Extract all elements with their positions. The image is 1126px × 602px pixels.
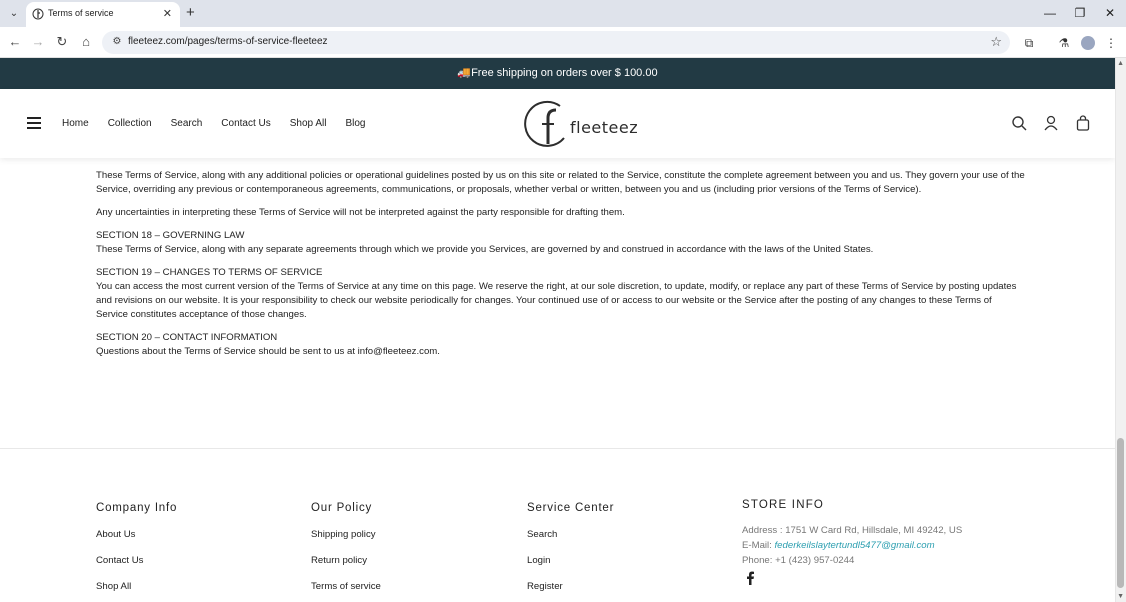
scroll-up-arrow-icon[interactable]: ▲ (1117, 60, 1124, 67)
facebook-icon[interactable] (745, 571, 755, 585)
restore-icon[interactable]: ❐ (1072, 5, 1088, 21)
scroll-down-arrow-icon[interactable]: ▼ (1117, 593, 1124, 600)
site-favicon-icon (32, 8, 44, 20)
logo-text: fleeteez (570, 118, 639, 137)
close-window-icon[interactable]: ✕ (1102, 5, 1118, 21)
site-info-icon[interactable]: ⚙ (110, 35, 124, 49)
section-18-body: These Terms of Service, along with any s… (96, 244, 874, 255)
footer-company-title: Company Info (96, 502, 178, 514)
footer-company-info: Company Info About Us Contact Us Shop Al… (96, 502, 177, 602)
tab-search-chevron-icon[interactable]: ⌄ (6, 6, 22, 22)
footer-link-terms-of-service[interactable]: Terms of service (311, 580, 381, 594)
address-bar[interactable]: ⚙ fleeteez.com/pages/terms-of-service-fl… (102, 31, 1010, 54)
nav-home[interactable]: Home (62, 117, 89, 131)
back-icon[interactable]: ← (6, 33, 24, 51)
profile-avatar[interactable] (1081, 36, 1095, 50)
footer-link-about-us[interactable]: About Us (96, 528, 177, 542)
browser-tab[interactable]: Terms of service ✕ (26, 2, 180, 27)
store-email-link[interactable]: federkeilslaytertundl5477@gmail.com (775, 540, 935, 551)
footer-link-login[interactable]: Login (527, 554, 614, 568)
page-viewport: 🚚Free shipping on orders over $ 100.00 H… (0, 58, 1126, 602)
site-logo[interactable]: fleeteez (524, 98, 638, 150)
minimize-icon[interactable]: — (1042, 5, 1058, 21)
footer-service-center: Service Center Search Login Register (527, 502, 614, 602)
home-icon[interactable]: ⌂ (77, 33, 95, 51)
scrollbar-thumb[interactable] (1117, 438, 1124, 588)
footer-store-info: STORE INFO Address : 1751 W Card Rd, Hil… (742, 499, 962, 568)
section-20-body: Questions about the Terms of Service sho… (96, 346, 440, 357)
store-info-title: STORE INFO (742, 499, 825, 511)
paragraph-entire-agreement: These Terms of Service, along with any a… (96, 170, 1025, 195)
footer-link-shipping-policy[interactable]: Shipping policy (311, 528, 381, 542)
footer-service-title: Service Center (527, 502, 615, 514)
store-phone: Phone: +1 (423) 957-0244 (742, 555, 855, 566)
reload-icon[interactable]: ↻ (53, 33, 71, 51)
nav-contact-us[interactable]: Contact Us (221, 117, 270, 131)
terms-content: These Terms of Service, along with any a… (96, 169, 1026, 359)
store-email-line: E-Mail: federkeilslaytertundl5477@gmail.… (742, 538, 962, 553)
search-icon[interactable] (1011, 115, 1027, 131)
footer-divider (0, 448, 1115, 449)
extensions-icon[interactable]: ⧉ (1020, 34, 1038, 52)
footer-link-shop-all[interactable]: Shop All (96, 580, 177, 594)
footer-link-return-policy[interactable]: Return policy (311, 554, 381, 568)
tab-close-icon[interactable]: ✕ (163, 7, 172, 21)
store-address: Address : 1751 W Card Rd, Hillsdale, MI … (742, 525, 963, 536)
nav-shop-all[interactable]: Shop All (290, 117, 327, 131)
site-header: Home Collection Search Contact Us Shop A… (0, 89, 1115, 158)
footer-link-register[interactable]: Register (527, 580, 614, 594)
footer-our-policy: Our Policy Shipping policy Return policy… (311, 502, 381, 602)
forward-icon[interactable]: → (29, 33, 47, 51)
announcement-bar: 🚚Free shipping on orders over $ 100.00 (0, 58, 1115, 89)
lab-icon[interactable]: ⚗ (1055, 34, 1073, 52)
section-19-body: You can access the most current version … (96, 281, 1017, 320)
nav-collection[interactable]: Collection (108, 117, 152, 131)
new-tab-icon[interactable]: + (186, 4, 195, 22)
footer-link-contact-us[interactable]: Contact Us (96, 554, 177, 568)
nav-search[interactable]: Search (171, 117, 203, 131)
section-20-heading: SECTION 20 – CONTACT INFORMATION (96, 332, 278, 343)
page-scrollbar[interactable]: ▲ ▼ (1115, 58, 1126, 602)
store-email-label: E-Mail: (742, 540, 775, 551)
hamburger-menu-icon[interactable] (27, 117, 41, 129)
footer-link-search[interactable]: Search (527, 528, 614, 542)
main-nav: Home Collection Search Contact Us Shop A… (62, 117, 384, 131)
nav-blog[interactable]: Blog (345, 117, 365, 131)
section-18-heading: SECTION 18 – GOVERNING LAW (96, 230, 245, 241)
browser-tab-bar: ⌄ Terms of service ✕ + — ❐ ✕ (0, 0, 1126, 27)
announcement-text: 🚚Free shipping on orders over $ 100.00 (457, 67, 658, 79)
url-text[interactable]: fleeteez.com/pages/terms-of-service-flee… (128, 36, 328, 47)
logo-mark-icon (524, 100, 565, 147)
menu-more-icon[interactable]: ⋮ (1102, 34, 1120, 52)
cart-bag-icon[interactable] (1075, 115, 1091, 131)
bookmark-star-icon[interactable]: ☆ (990, 34, 1002, 50)
tab-title: Terms of service (48, 8, 114, 18)
browser-toolbar: ← → ↻ ⌂ ⚙ fleeteez.com/pages/terms-of-se… (0, 27, 1126, 58)
footer-policy-title: Our Policy (311, 502, 373, 514)
account-icon[interactable] (1043, 115, 1059, 131)
section-19-heading: SECTION 19 – CHANGES TO TERMS OF SERVICE (96, 267, 323, 278)
paragraph-interpretation: Any uncertainties in interpreting these … (96, 207, 625, 218)
